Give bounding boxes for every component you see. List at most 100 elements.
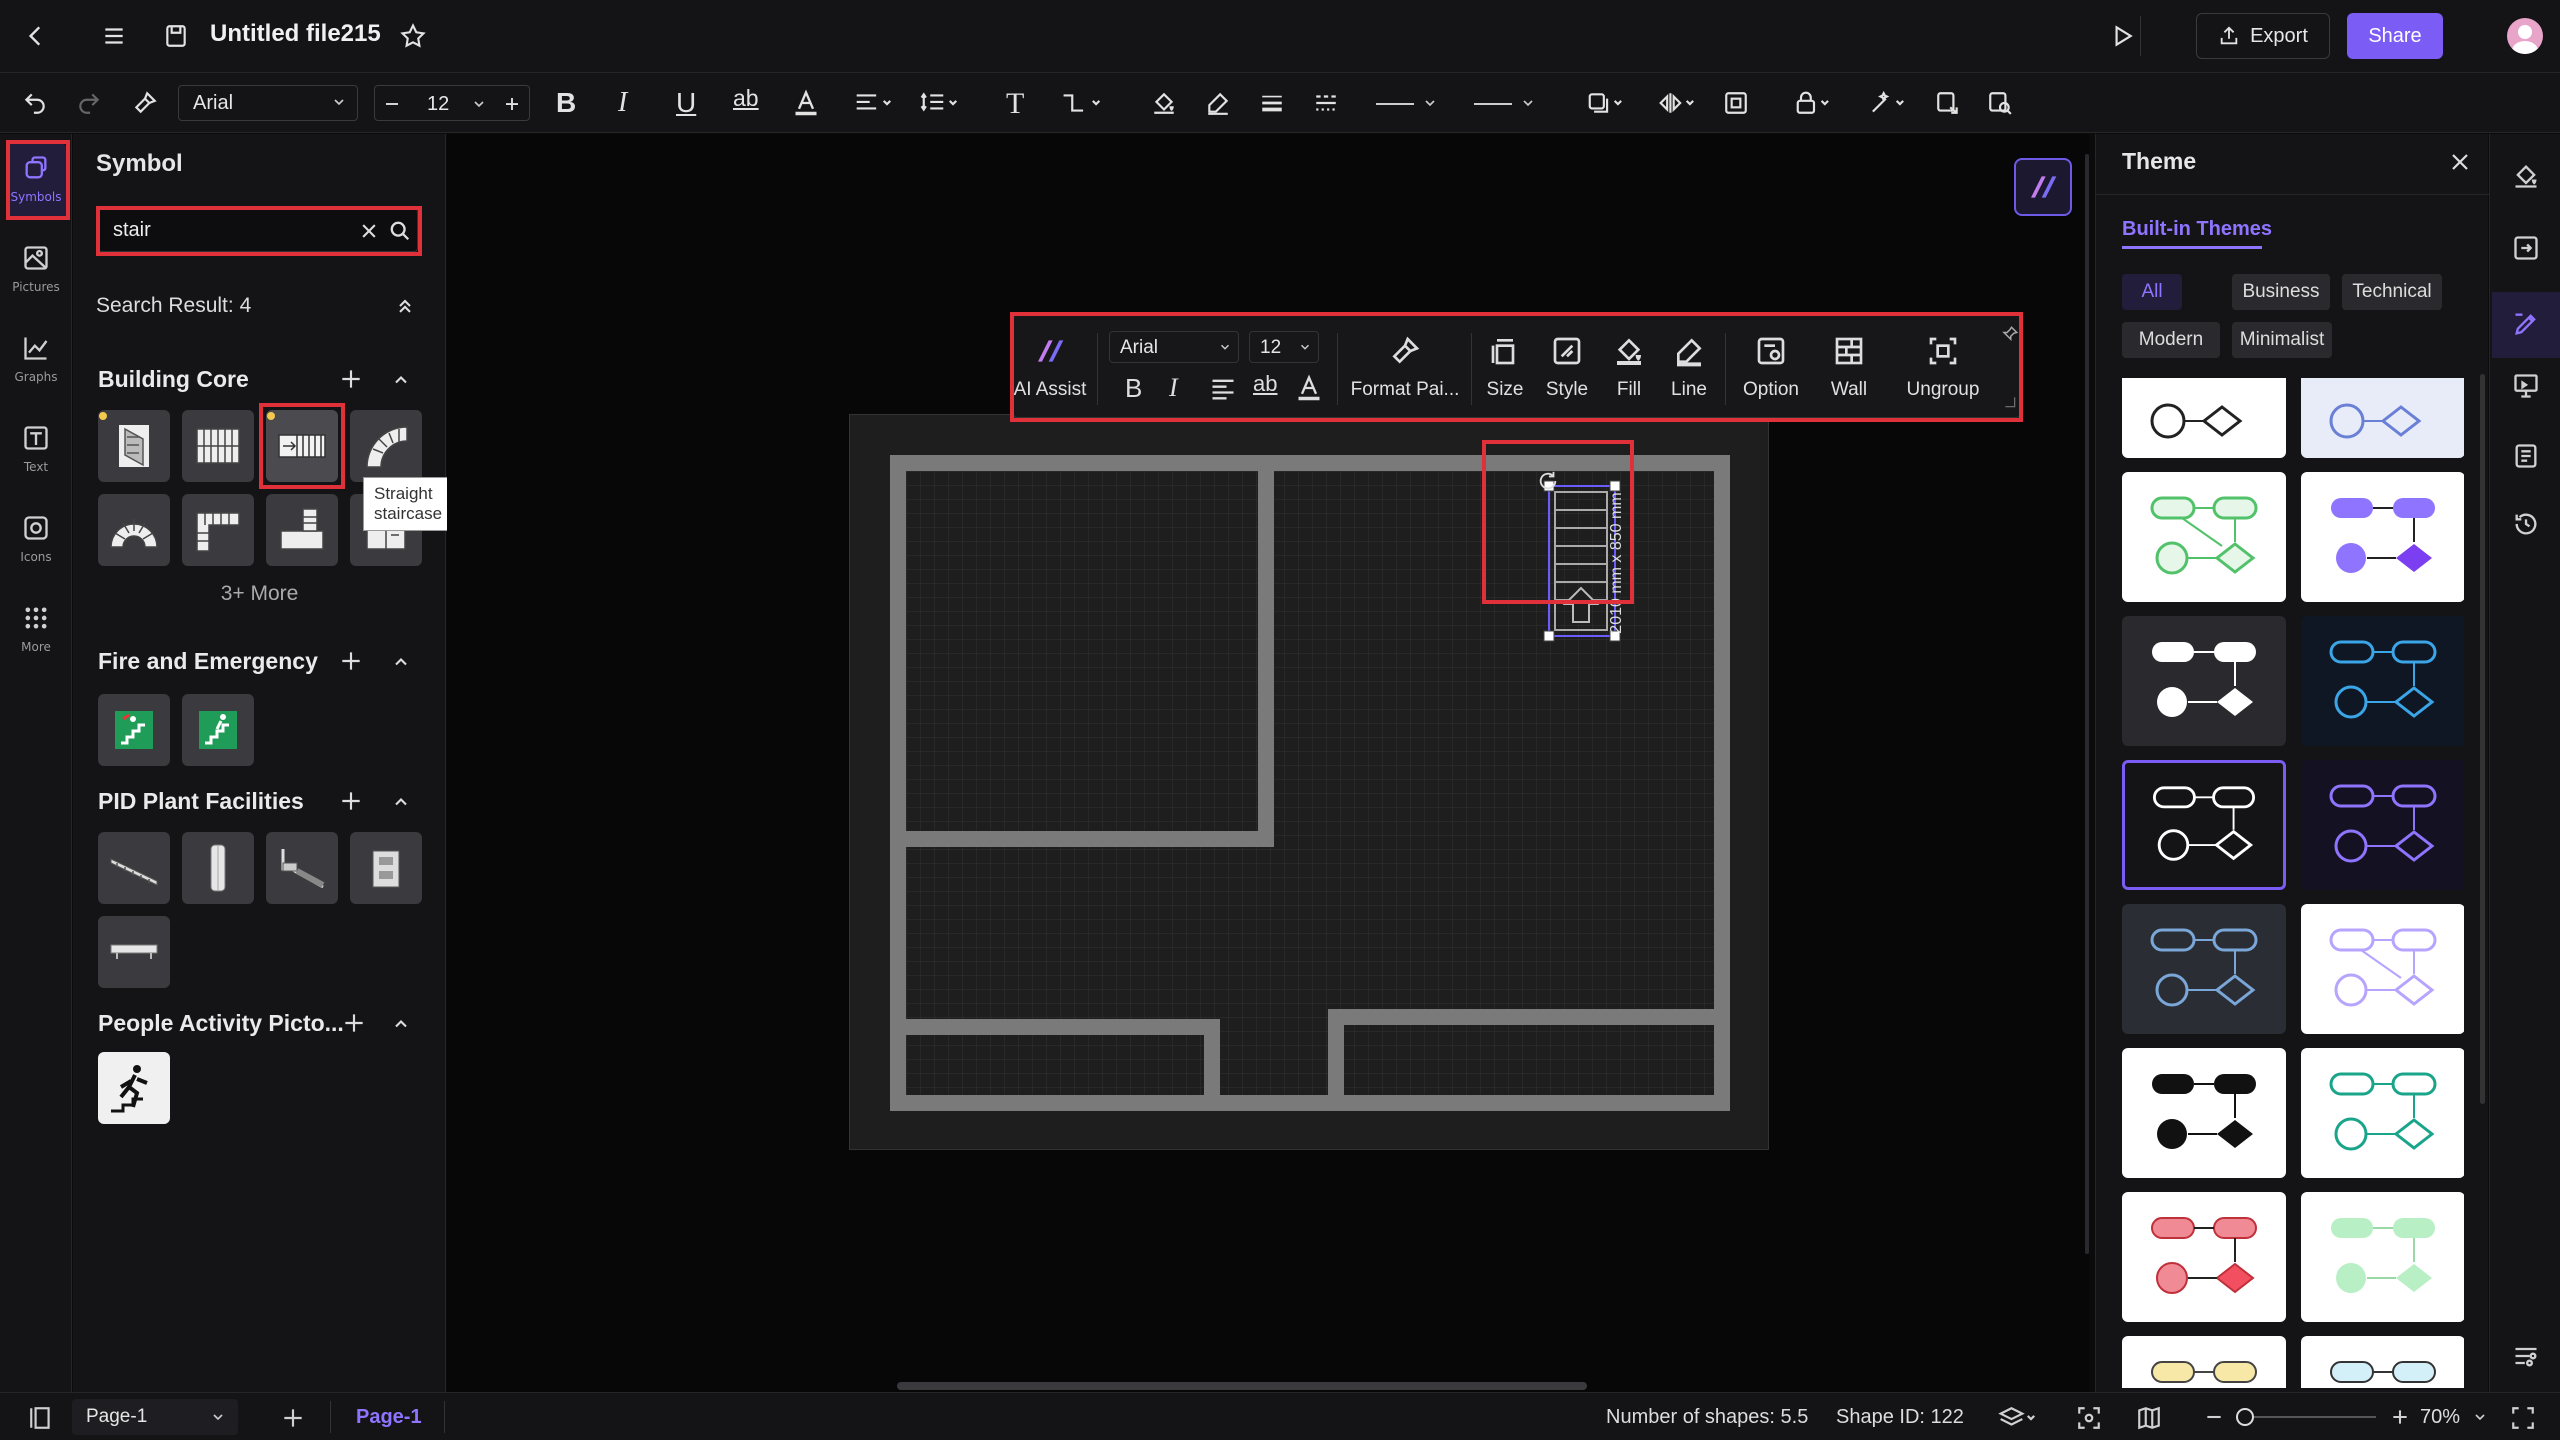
symbol-tile[interactable] [98, 494, 170, 566]
tab-page-1[interactable]: Page-1 [356, 1406, 422, 1429]
add-icon[interactable] [341, 1010, 367, 1036]
symbol-tile[interactable] [98, 694, 170, 766]
theme-thumbnail[interactable] [2122, 472, 2286, 602]
font-size-stepper[interactable]: 12 [374, 85, 530, 121]
float-align-icon[interactable] [1209, 375, 1237, 403]
symbol-tile[interactable] [182, 832, 254, 904]
pen-color-icon[interactable] [1202, 87, 1234, 119]
float-option-button[interactable]: Option [1733, 323, 1809, 413]
expand-corner-icon[interactable] [2003, 395, 2017, 409]
symbol-tile[interactable] [266, 494, 338, 566]
theme-thumbnail[interactable] [2301, 472, 2464, 602]
italic-icon[interactable]: I [618, 87, 627, 119]
symbol-tile[interactable] [98, 1052, 170, 1124]
filter-business[interactable]: Business [2232, 274, 2330, 310]
symbol-tile[interactable] [350, 410, 422, 482]
zoom-in-icon[interactable] [2390, 1407, 2410, 1427]
theme-thumbnail[interactable] [2301, 1336, 2464, 1388]
section-people-activity[interactable]: People Activity Picto... [98, 1010, 344, 1037]
filter-minimalist[interactable]: Minimalist [2232, 322, 2332, 358]
bold-icon[interactable]: B [556, 87, 576, 119]
export-button[interactable]: Export [2196, 13, 2330, 59]
plus-icon[interactable] [503, 95, 521, 113]
chevron-up-icon[interactable] [391, 1014, 411, 1034]
theme-thumbnail[interactable] [2301, 904, 2464, 1034]
float-font-color-icon[interactable] [1295, 373, 1323, 403]
page-select[interactable]: Page-1 [72, 1399, 238, 1435]
crop-icon[interactable] [1720, 87, 1752, 119]
menu-icon[interactable] [96, 18, 132, 54]
line-start-select[interactable] [1368, 85, 1442, 121]
theme-scrollbar[interactable] [2480, 374, 2485, 1104]
search-replace-icon[interactable] [1984, 87, 2016, 119]
book-view-icon[interactable] [2136, 1405, 2162, 1431]
fill-bucket-icon[interactable] [1148, 87, 1180, 119]
search-input[interactable] [113, 215, 333, 245]
float-font-size-select[interactable]: 12 [1249, 331, 1319, 363]
dash-style-icon[interactable] [1310, 87, 1342, 119]
float-highlight-icon[interactable]: ab [1253, 371, 1277, 397]
rotate-icon[interactable] [1537, 470, 1559, 492]
section-building-core[interactable]: Building Core [98, 366, 249, 393]
rail-item-text[interactable]: Text [6, 414, 66, 488]
horizontal-scrollbar[interactable] [897, 1382, 1587, 1390]
chevron-up-icon[interactable] [391, 370, 411, 390]
share-button[interactable]: Share [2347, 13, 2443, 59]
rail-item-icons[interactable]: Icons [6, 504, 66, 578]
filter-all[interactable]: All [2122, 274, 2182, 310]
symbol-tile[interactable] [266, 832, 338, 904]
zoom-slider-handle[interactable] [2236, 1408, 2254, 1426]
flip-icon[interactable] [1654, 87, 1702, 119]
rail-item-symbols[interactable]: Symbols [6, 144, 66, 218]
theme-thumbnail-selected[interactable] [2122, 760, 2286, 890]
theme-thumbnail[interactable] [2122, 616, 2286, 746]
theme-thumbnail[interactable] [2122, 1192, 2286, 1322]
theme-thumbnail[interactable] [2301, 1048, 2464, 1178]
vertical-scrollbar[interactable] [2085, 154, 2089, 1254]
filter-technical[interactable]: Technical [2342, 274, 2442, 310]
close-icon[interactable] [2448, 150, 2472, 174]
zoom-slider[interactable] [2236, 1416, 2376, 1418]
text-tool-icon[interactable]: T [1006, 87, 1024, 120]
font-color-icon[interactable] [790, 87, 822, 119]
theme-thumbnail[interactable] [2301, 378, 2464, 458]
pin-icon[interactable] [2001, 325, 2019, 343]
symbol-tile[interactable] [182, 410, 254, 482]
format-painter-icon[interactable] [128, 87, 162, 119]
page-panel-icon[interactable] [28, 1405, 54, 1431]
search-icon[interactable] [389, 220, 411, 242]
redo-icon[interactable] [72, 87, 106, 119]
underline-icon[interactable]: U [676, 87, 696, 119]
clear-icon[interactable] [359, 221, 379, 241]
rail-item-graphs[interactable]: Graphs [6, 324, 66, 398]
line-weight-icon[interactable] [1256, 87, 1288, 119]
rail-item-more[interactable]: More [6, 594, 66, 668]
add-icon[interactable] [338, 648, 364, 674]
replace-shape-icon[interactable] [1932, 87, 1964, 119]
theme-thumbnail[interactable] [2301, 616, 2464, 746]
fill-style-icon[interactable] [2512, 162, 2540, 190]
back-icon[interactable] [18, 18, 54, 54]
page-setup-icon[interactable] [2512, 234, 2540, 262]
float-fill-button[interactable]: Fill [1603, 323, 1655, 413]
symbol-tile[interactable] [98, 916, 170, 988]
shadow-icon[interactable] [1582, 87, 1630, 119]
float-bold-icon[interactable]: B [1125, 373, 1142, 404]
symbol-tile[interactable] [350, 832, 422, 904]
symbol-tile[interactable] [98, 410, 170, 482]
drawing-canvas[interactable]: 2010 mm x 850 mm AI Assist Arial 12 B I … [447, 134, 2089, 1392]
magic-icon[interactable] [1864, 87, 1912, 119]
chevron-up-icon[interactable] [391, 652, 411, 672]
float-style-button[interactable]: Style [1537, 323, 1597, 413]
undo-icon[interactable] [18, 87, 52, 119]
float-font-family-select[interactable]: Arial [1109, 331, 1239, 363]
rail-item-pictures[interactable]: Pictures [6, 234, 66, 308]
ai-assist-button[interactable]: AI Assist [1014, 323, 1086, 413]
theme-thumbnail[interactable] [2301, 1192, 2464, 1322]
float-italic-icon[interactable]: I [1169, 373, 1178, 403]
theme-thumbnail[interactable] [2122, 904, 2286, 1034]
play-icon[interactable] [2104, 18, 2140, 54]
symbol-tile[interactable] [98, 832, 170, 904]
add-page-icon[interactable] [280, 1405, 306, 1431]
line-end-select[interactable] [1466, 85, 1540, 121]
